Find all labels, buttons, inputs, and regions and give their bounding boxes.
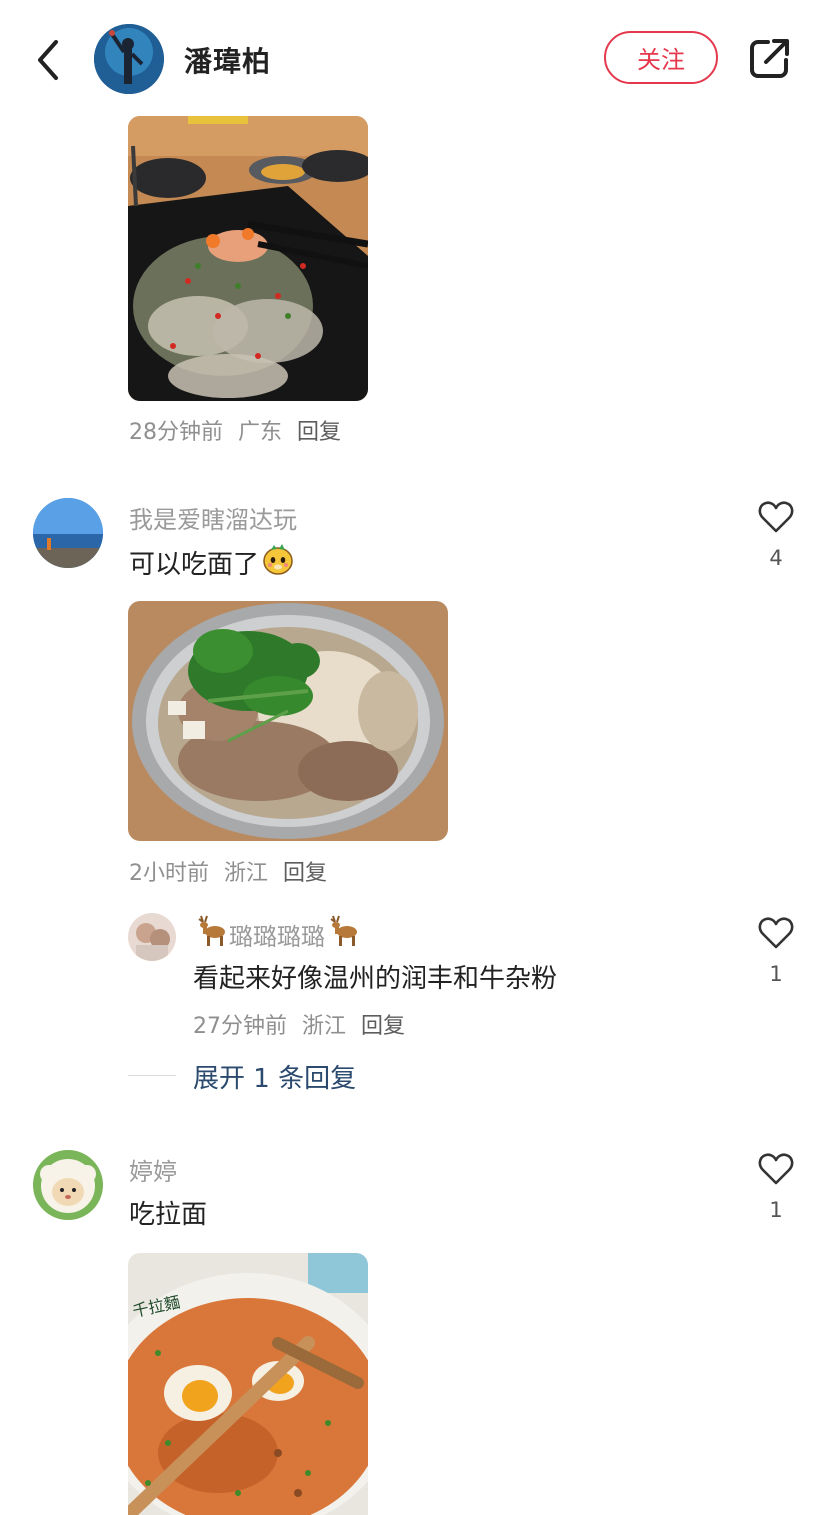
comment-text: 可以吃面了 <box>129 550 260 580</box>
deer-icon <box>193 914 229 954</box>
post-image[interactable] <box>128 116 368 401</box>
reply-like-count: 1 <box>769 962 783 986</box>
post-location: 广东 <box>238 420 283 445</box>
reply-location: 浙江 <box>302 1014 347 1039</box>
comment-text: 吃拉面 <box>129 1200 208 1230</box>
reply-username: 璐璐璐璐 <box>229 922 325 951</box>
expand-replies-link[interactable]: 展开 1 条回复 <box>193 1058 356 1095</box>
comment-time: 2小时前 <box>129 861 209 886</box>
reply-time: 27分钟前 <box>193 1014 287 1039</box>
follow-button[interactable]: 关注 <box>604 31 718 84</box>
comment-location: 浙江 <box>224 861 269 886</box>
comment-image[interactable]: 千拉麵 <box>128 1253 368 1515</box>
shrimp-dish-photo <box>128 116 368 401</box>
commenter-avatar[interactable] <box>33 1150 103 1220</box>
like-button[interactable] <box>758 1152 794 1190</box>
sheep-avatar-image <box>33 1150 103 1220</box>
reply-meta: 27分钟前 浙江 回复 <box>193 1008 413 1040</box>
like-count: 1 <box>769 1198 783 1222</box>
share-button[interactable] <box>748 36 792 80</box>
cute-face-emoji-icon <box>261 542 295 583</box>
comment-image[interactable] <box>128 601 448 841</box>
back-button[interactable] <box>30 36 70 84</box>
heart-icon <box>758 1153 794 1185</box>
reply-reply-link[interactable]: 回复 <box>361 1014 405 1039</box>
like-button[interactable] <box>758 500 794 538</box>
post-reply-link[interactable]: 回复 <box>297 420 341 445</box>
post-time: 28分钟前 <box>129 420 223 445</box>
reply-avatar-image <box>128 913 176 961</box>
author-avatar[interactable] <box>94 24 164 94</box>
comment-body: 可以吃面了 <box>129 542 295 583</box>
comment-username[interactable]: 婷婷 <box>129 1152 177 1187</box>
comment-username[interactable]: 我是爱瞎溜达玩 <box>129 500 297 535</box>
beach-avatar-image <box>33 498 103 568</box>
commenter-avatar[interactable] <box>33 498 103 568</box>
heart-icon <box>758 501 794 533</box>
heart-icon <box>758 917 794 949</box>
beef-noodle-photo <box>128 601 448 841</box>
chevron-left-icon <box>38 40 58 80</box>
post-meta: 28分钟前 广东 回复 <box>129 414 349 446</box>
comment-meta: 2小时前 浙江 回复 <box>129 855 335 887</box>
reply-username-row[interactable]: 璐璐璐璐 <box>193 914 361 954</box>
ramen-photo: 千拉麵 <box>128 1253 368 1515</box>
comment-reply-link[interactable]: 回复 <box>283 861 327 886</box>
deer-icon <box>325 914 361 954</box>
author-avatar-image <box>94 24 164 94</box>
expand-divider <box>128 1075 176 1076</box>
like-count: 4 <box>769 546 783 570</box>
reply-like-button[interactable] <box>758 916 794 954</box>
top-bar: 潘瑋柏 关注 <box>0 0 828 116</box>
share-icon <box>750 39 789 78</box>
reply-avatar[interactable] <box>128 913 176 961</box>
author-name[interactable]: 潘瑋柏 <box>184 40 271 80</box>
reply-text: 看起来好像温州的润丰和牛杂粉 <box>193 964 558 994</box>
